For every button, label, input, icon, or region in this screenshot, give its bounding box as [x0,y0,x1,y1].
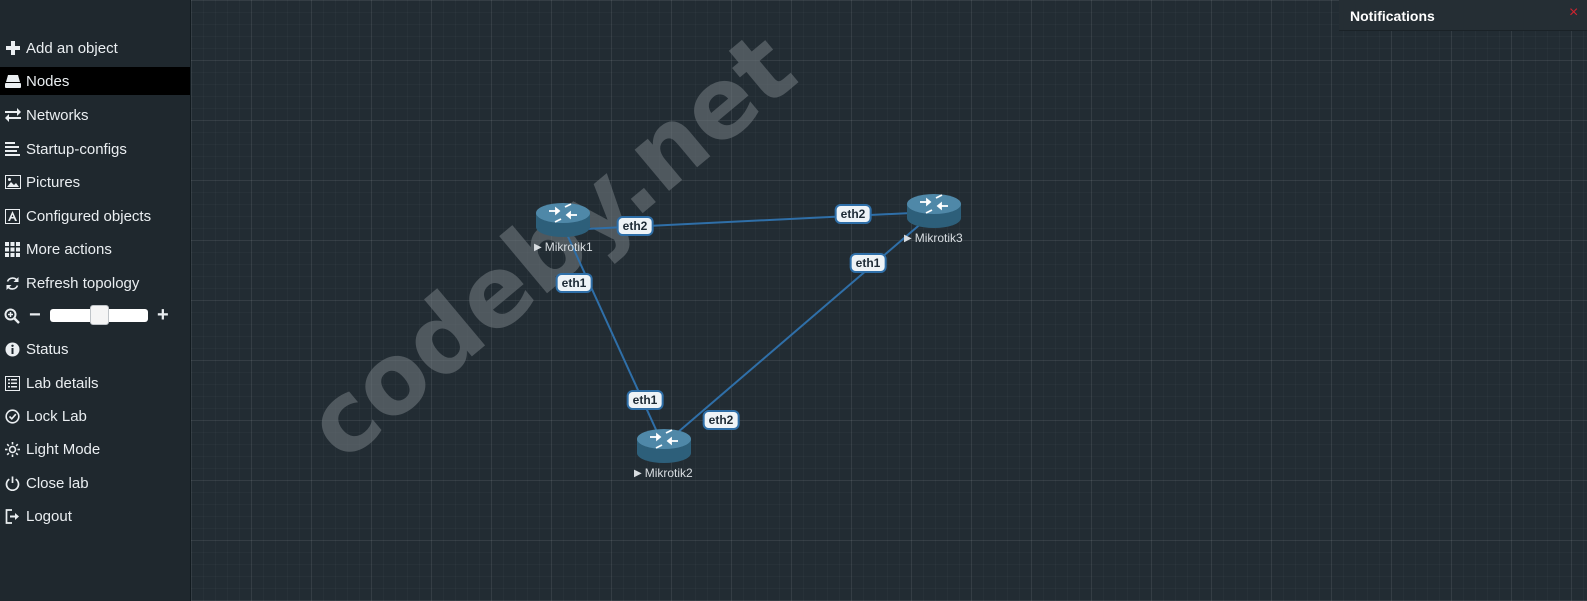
interface-label-mikrotik3-eth1[interactable]: eth1 [849,253,887,273]
list-icon [0,369,26,397]
play-icon[interactable]: ▶ [904,233,912,244]
node-name: Mikrotik1 [544,240,593,254]
node-mikrotik3[interactable]: ▶ Mikrotik3 [904,193,963,245]
sidebar-item-label: Lock Lab [26,407,87,425]
sidebar-item-startup-configs[interactable]: Startup-configs [0,135,190,163]
sidebar: Add an object Nodes Networks Startup-con… [0,0,191,601]
sidebar-item-label: Logout [26,507,72,525]
router-icon [637,429,691,463]
sidebar-item-label: Startup-configs [26,140,127,158]
node-label: ▶ Mikrotik3 [904,231,963,245]
zoom-minus-button[interactable]: − [29,304,41,327]
sidebar-item-light-mode[interactable]: Light Mode [0,435,190,463]
info-icon [0,335,26,363]
sidebar-item-configured-objects[interactable]: Configured objects [0,202,190,230]
sidebar-item-close-lab[interactable]: Close lab [0,469,190,497]
sidebar-item-label: Pictures [26,173,81,191]
interface-label-mikrotik1-eth2[interactable]: eth2 [616,216,654,236]
topology-canvas[interactable]: codeby.net ▶ Mikrotik1 ▶ Mikrotik2 ▶ Mik… [191,0,1587,601]
sidebar-item-more-actions[interactable]: More actions [0,235,190,263]
sidebar-item-networks[interactable]: Networks [0,101,190,129]
plus-icon [0,34,26,62]
sidebar-item-label: More actions [26,240,112,258]
topology-links [564,211,933,446]
play-icon[interactable]: ▶ [534,242,542,253]
power-icon [0,469,26,497]
sidebar-item-label: Nodes [26,72,70,90]
check-circle-icon [0,402,26,430]
sidebar-item-add-object[interactable]: Add an object [0,34,190,62]
sidebar-item-pictures[interactable]: Pictures [0,168,190,196]
sidebar-item-label: Lab details [26,374,99,392]
sidebar-item-label: Add an object [26,39,118,57]
interface-label-mikrotik3-eth2[interactable]: eth2 [834,204,872,224]
node-label: ▶ Mikrotik2 [634,466,693,480]
align-left-icon [0,135,26,163]
sidebar-item-label: Refresh topology [26,274,140,292]
zoom-slider-handle[interactable] [89,305,109,325]
logout-icon [0,502,26,530]
picture-icon [0,168,26,196]
node-mikrotik1[interactable]: ▶ Mikrotik1 [534,202,593,254]
link-mikrotik3-mikrotik2[interactable] [662,214,932,446]
sidebar-item-lock-lab[interactable]: Lock Lab [0,402,190,430]
sun-icon [0,435,26,463]
notifications-title: Notifications [1350,8,1435,24]
link-mikrotik1-mikrotik2[interactable] [564,229,664,446]
node-name: Mikrotik2 [644,466,693,480]
interface-label-mikrotik2-eth2[interactable]: eth2 [702,410,740,430]
sidebar-item-label: Status [26,340,69,358]
sidebar-item-nodes[interactable]: Nodes [0,67,190,95]
sidebar-item-lab-details[interactable]: Lab details [0,369,190,397]
node-name: Mikrotik3 [914,231,963,245]
sidebar-item-label: Configured objects [26,207,152,225]
sidebar-item-logout[interactable]: Logout [0,502,190,530]
sidebar-item-label: Light Mode [26,440,101,458]
router-icon [907,194,961,228]
notifications-panel: Notifications × [1339,0,1587,31]
sidebar-item-label: Close lab [26,474,89,492]
node-mikrotik2[interactable]: ▶ Mikrotik2 [634,428,693,480]
sidebar-item-refresh-topology[interactable]: Refresh topology [0,269,190,297]
zoom-control: − + [0,302,190,330]
play-icon[interactable]: ▶ [634,468,642,479]
interface-label-mikrotik2-eth1[interactable]: eth1 [626,390,664,410]
node-label: ▶ Mikrotik1 [534,240,593,254]
zoom-in-icon [4,308,20,329]
interface-label-mikrotik1-eth1[interactable]: eth1 [555,273,593,293]
refresh-icon [0,269,26,297]
exchange-icon [0,101,26,129]
font-icon [0,202,26,230]
grid-icon [0,235,26,263]
close-icon[interactable]: × [1569,4,1578,22]
router-icon [536,203,590,237]
sidebar-item-status[interactable]: Status [0,335,190,363]
sidebar-item-label: Networks [26,106,89,124]
hdd-icon [0,67,26,95]
zoom-plus-button[interactable]: + [157,304,169,327]
